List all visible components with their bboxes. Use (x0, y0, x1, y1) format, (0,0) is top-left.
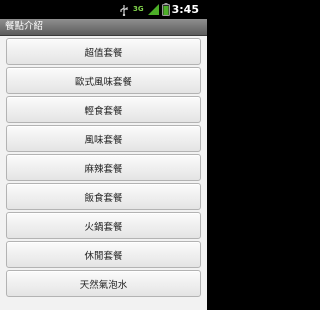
page-title: 餐點介紹 (5, 21, 44, 32)
battery-icon (162, 3, 170, 16)
status-bar: 3G 3:45 (0, 0, 207, 19)
status-time: 3:45 (171, 3, 199, 16)
menu-item-sparkling-water[interactable]: 天然氣泡水 (6, 270, 201, 297)
menu-item-rice-set[interactable]: 飯食套餐 (6, 183, 201, 210)
menu-list: 超值套餐 歐式風味套餐 輕食套餐 風味套餐 麻辣套餐 飯食套餐 火鍋套餐 休閒套… (0, 36, 207, 310)
usb-icon (120, 5, 128, 16)
menu-item-spicy-set[interactable]: 麻辣套餐 (6, 154, 201, 181)
menu-item-flavor-set[interactable]: 風味套餐 (6, 125, 201, 152)
menu-item-value-set[interactable]: 超值套餐 (6, 38, 201, 65)
menu-item-hotpot-set[interactable]: 火鍋套餐 (6, 212, 201, 239)
signal-icon (148, 4, 159, 15)
menu-item-light-meal-set[interactable]: 輕食套餐 (6, 96, 201, 123)
menu-item-leisure-set[interactable]: 休閒套餐 (6, 241, 201, 268)
network-label: 3G (133, 5, 144, 13)
network-3g-icon: 3G (133, 3, 145, 17)
title-bar: 餐點介紹 (0, 19, 207, 36)
menu-item-european-set[interactable]: 歐式風味套餐 (6, 67, 201, 94)
